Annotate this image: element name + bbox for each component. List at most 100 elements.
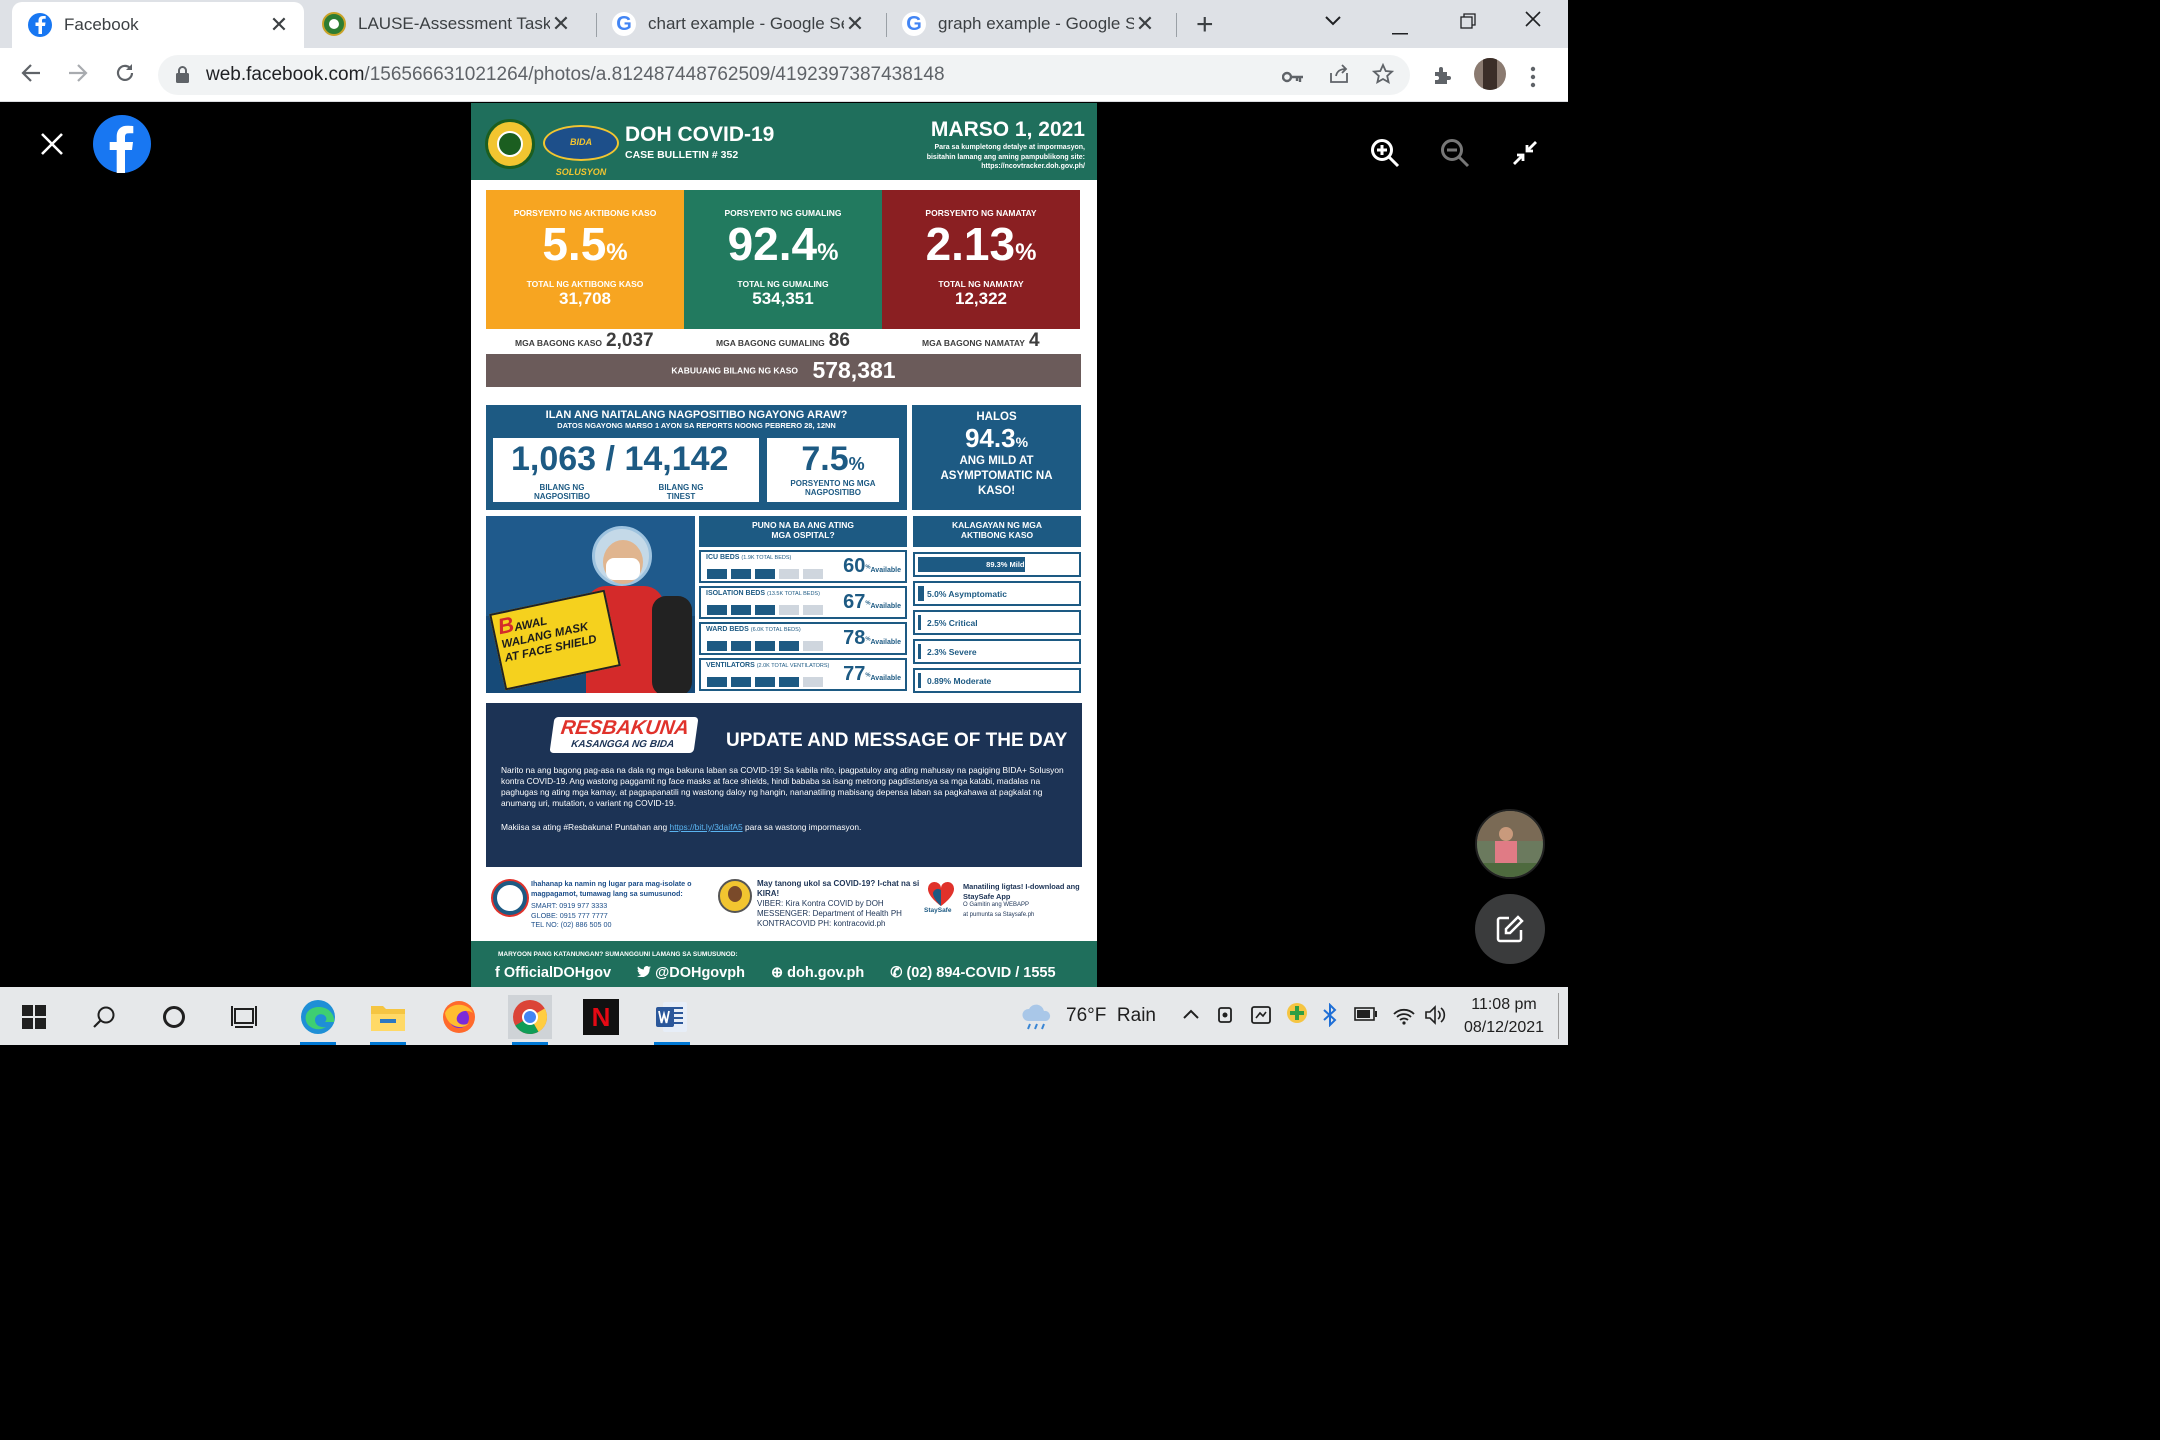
positivity-box: 7.5% PORSYENTO NG MGA NAGPOSITIBO bbox=[766, 437, 900, 503]
chrome-icon[interactable] bbox=[508, 995, 552, 1045]
bulletin-number: CASE BULLETIN # 352 bbox=[625, 149, 739, 161]
menu-kebab-icon[interactable] bbox=[1530, 64, 1536, 95]
restore-button[interactable] bbox=[1460, 12, 1476, 35]
extensions-icon[interactable] bbox=[1432, 62, 1454, 93]
show-hidden-icons-chevron[interactable] bbox=[1182, 1007, 1200, 1025]
zoom-in-icon[interactable] bbox=[1370, 138, 1400, 173]
bitly-link[interactable]: https://bit.ly/3daifA5 bbox=[670, 822, 743, 832]
bed-type: VENTILATORS bbox=[706, 662, 755, 669]
edge-icon[interactable] bbox=[296, 995, 340, 1045]
facebook-small-icon: f bbox=[495, 965, 500, 981]
bed-type: ICU BEDS bbox=[706, 554, 740, 561]
start-button[interactable] bbox=[12, 995, 56, 1039]
kira-avatar bbox=[718, 879, 752, 913]
cortana-icon[interactable] bbox=[152, 995, 196, 1039]
facebook-logo[interactable] bbox=[93, 115, 151, 173]
bed-block bbox=[779, 641, 799, 651]
bed-block bbox=[803, 641, 823, 651]
deaths-pct: 2.13 bbox=[925, 218, 1016, 270]
close-tab-icon[interactable]: ✕ bbox=[550, 11, 572, 37]
url-text[interactable]: web.facebook.com/156566631021264/photos/… bbox=[206, 64, 945, 86]
photo-viewer: BIDA SOLUSYON DOH COVID-19 CASE BULLETIN… bbox=[0, 103, 1568, 987]
twitter-icon bbox=[637, 965, 652, 981]
close-tab-icon[interactable]: ✕ bbox=[268, 12, 290, 38]
battery-icon[interactable] bbox=[1354, 1007, 1378, 1026]
case-status-title: KALAGAYAN NG MGA AKTIBONG KASO bbox=[913, 516, 1081, 547]
meet-now-icon[interactable] bbox=[1216, 1004, 1238, 1031]
case-status-fill bbox=[918, 673, 921, 688]
new-cases: MGA BAGONG KASO 2,037 bbox=[515, 330, 654, 351]
case-status-label: 2.5% Critical bbox=[927, 618, 978, 628]
share-icon[interactable] bbox=[1328, 63, 1350, 91]
bed-row: VENTILATORS (2.0K TOTAL VENTILATORS) 77%A… bbox=[699, 658, 907, 691]
bed-type: WARD BEDS bbox=[706, 626, 749, 633]
clock[interactable]: 11:08 pm 08/12/2021 bbox=[1458, 993, 1550, 1039]
word-icon[interactable] bbox=[650, 995, 694, 1045]
file-explorer-icon[interactable] bbox=[366, 995, 410, 1045]
bed-availability-pct: 77 bbox=[843, 663, 866, 685]
netflix-icon[interactable]: N bbox=[579, 995, 623, 1039]
phone-icon: ✆ bbox=[890, 965, 903, 981]
show-desktop-button[interactable] bbox=[1558, 993, 1559, 1039]
tab-lause[interactable]: LAUSE-Assessment Task 5 ✕ bbox=[318, 0, 586, 48]
case-status-row: 2.5% Critical bbox=[913, 610, 1081, 635]
address-bar[interactable]: web.facebook.com/156566631021264/photos/… bbox=[158, 55, 1410, 95]
lock-icon[interactable] bbox=[176, 66, 189, 88]
profile-avatar[interactable] bbox=[1474, 58, 1506, 90]
forward-button[interactable] bbox=[67, 60, 89, 91]
wifi-icon[interactable] bbox=[1392, 1004, 1416, 1031]
close-window-button[interactable] bbox=[1524, 10, 1542, 34]
key-icon[interactable] bbox=[1281, 66, 1304, 90]
bulletin-date: MARSO 1, 2021 bbox=[930, 118, 1085, 141]
tab-search-chevron-icon[interactable] bbox=[1324, 10, 1342, 33]
bed-block bbox=[755, 677, 775, 687]
bed-availability-pct: 67 bbox=[843, 591, 866, 613]
bookmark-star-icon[interactable] bbox=[1371, 62, 1395, 91]
task-view-icon[interactable] bbox=[222, 995, 266, 1039]
close-tab-icon[interactable]: ✕ bbox=[844, 11, 866, 37]
tab-separator bbox=[596, 13, 597, 37]
new-deaths: MGA BAGONG NAMATAY 4 bbox=[922, 330, 1040, 351]
weather-readout[interactable]: 76°F Rain bbox=[1066, 1005, 1156, 1027]
new-tab-button[interactable]: + bbox=[1196, 8, 1214, 42]
positivity-rate: 7.5 bbox=[801, 440, 849, 478]
bed-block bbox=[755, 641, 775, 651]
tab-separator bbox=[886, 13, 887, 37]
minimize-button[interactable] bbox=[1392, 18, 1408, 41]
bed-row: WARD BEDS (6.0K TOTAL BEDS) 78%Available bbox=[699, 622, 907, 655]
exit-fullscreen-icon[interactable] bbox=[1512, 140, 1538, 171]
bed-occupancy-bars bbox=[707, 569, 823, 579]
bed-block bbox=[803, 605, 823, 615]
hotline-contacts: Ihahanap ka namin ng lugar para mag-isol… bbox=[531, 879, 692, 929]
deaths-total: 12,322 bbox=[955, 289, 1007, 308]
contact-avatar[interactable] bbox=[1475, 809, 1545, 879]
new-message-button[interactable] bbox=[1475, 894, 1545, 964]
search-icon[interactable] bbox=[82, 995, 126, 1039]
bed-block bbox=[731, 605, 751, 615]
tab-graph-example[interactable]: G graph example - Google S ✕ bbox=[902, 0, 1168, 48]
antivirus-icon[interactable] bbox=[1286, 1002, 1308, 1029]
case-status-label: 5.0% Asymptomatic bbox=[927, 589, 1007, 599]
bulletin-footer: MARYOON PANG KATANUNGAN? SUMANGGUNI LAMA… bbox=[471, 941, 1097, 987]
reload-button[interactable] bbox=[114, 60, 136, 91]
volume-icon[interactable] bbox=[1424, 1004, 1448, 1031]
close-tab-icon[interactable]: ✕ bbox=[1134, 11, 1156, 37]
bed-block bbox=[707, 641, 727, 651]
browser-toolbar: web.facebook.com/156566631021264/photos/… bbox=[0, 48, 1568, 102]
close-viewer-button[interactable] bbox=[40, 132, 64, 161]
tab-chart-example[interactable]: G chart example - Google Se ✕ bbox=[612, 0, 880, 48]
recovered-total: 534,351 bbox=[752, 289, 814, 308]
back-button[interactable] bbox=[20, 60, 42, 91]
bed-block bbox=[803, 569, 823, 579]
firefox-icon[interactable] bbox=[437, 995, 481, 1039]
rain-cloud-icon[interactable] bbox=[1020, 1001, 1054, 1036]
face-mask bbox=[606, 558, 640, 580]
zoom-out-icon[interactable] bbox=[1440, 138, 1470, 173]
tab-facebook[interactable]: Facebook ✕ bbox=[12, 2, 304, 48]
device-icon[interactable] bbox=[1250, 1004, 1272, 1031]
seal-icon bbox=[322, 12, 346, 36]
bluetooth-icon[interactable] bbox=[1322, 1002, 1338, 1032]
kira-contacts: May tanong ukol sa COVID-19? I-chat na s… bbox=[757, 879, 920, 928]
mild-panel: HALOS 94.3% ANG MILD AT ASYMPTOMATIC NA … bbox=[912, 405, 1081, 510]
recovered-pct: 92.4 bbox=[727, 218, 818, 270]
